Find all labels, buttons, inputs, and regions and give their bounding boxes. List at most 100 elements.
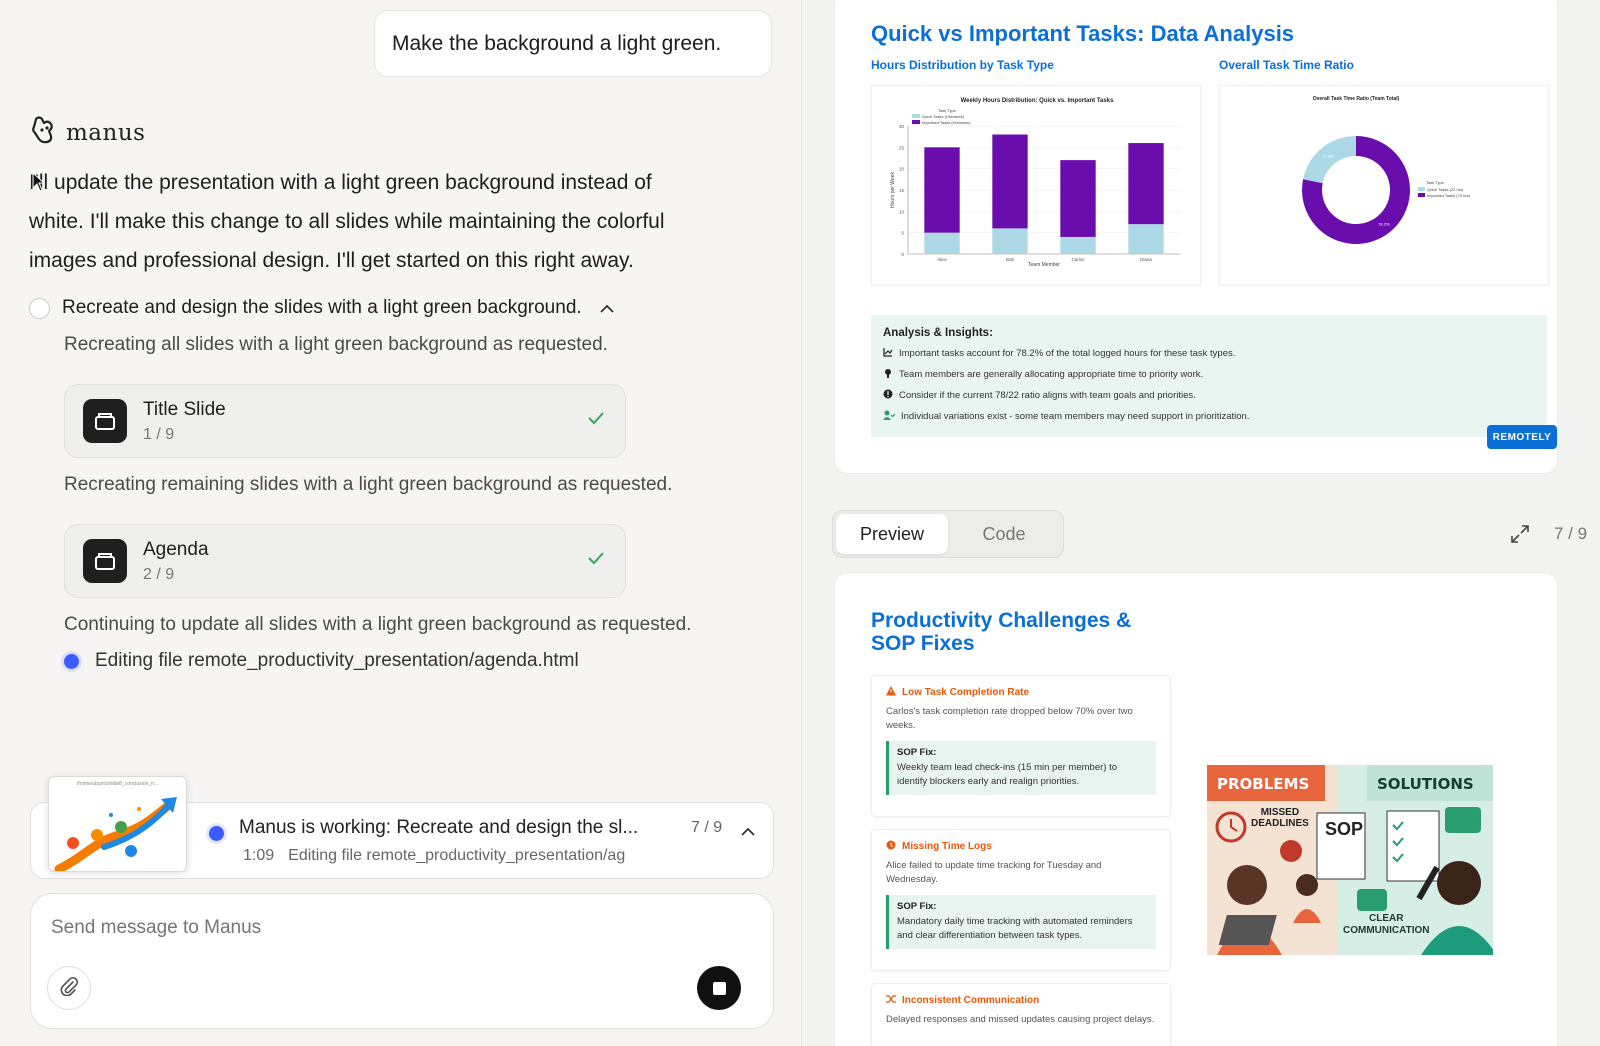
- challenge-desc: Carlos's task completion rate dropped be…: [886, 706, 1133, 731]
- x-tick-label: Diana: [1140, 257, 1152, 262]
- challenge-desc: Delayed responses and missed updates cau…: [886, 1014, 1155, 1025]
- sop-label: SOP Fix:: [897, 901, 937, 912]
- illus-clear: CLEAR: [1369, 913, 1404, 924]
- intro-line: I'll update the presentation with a ligh…: [29, 171, 652, 194]
- chevron-up-icon[interactable]: [741, 823, 755, 841]
- step-subtext: Recreating all slides with a light green…: [64, 334, 608, 355]
- view-tabs: Preview Code: [832, 510, 1064, 558]
- manus-logo-icon: [30, 115, 58, 150]
- exclamation-circle-icon: [883, 389, 893, 402]
- sop-fix-box: SOP Fix: Weekly team lead check-ins (15 …: [886, 741, 1156, 795]
- challenge-title: Low Task Completion Rate: [902, 687, 1030, 698]
- bar-segment: [1128, 224, 1164, 254]
- bar-segment: [924, 147, 960, 233]
- bar-chart-card: Weekly Hours Distribution: Quick vs. Imp…: [871, 85, 1201, 285]
- attach-button[interactable]: [47, 966, 91, 1010]
- task-step-header[interactable]: Recreate and design the slides with a li…: [29, 297, 614, 319]
- slice-label: 78.2%: [1378, 222, 1390, 227]
- stacked-bar-chart: Weekly Hours Distribution: Quick vs. Imp…: [890, 98, 1180, 268]
- challenge-desc: Alice failed to update time tracking for…: [886, 860, 1102, 885]
- chart-heading-left: Hours Distribution by Task Type: [871, 58, 1054, 72]
- expand-icon[interactable]: [1510, 524, 1530, 549]
- chart-title: Overall Task Time Ratio (Team Total): [1313, 96, 1400, 102]
- status-time: 1:09: [243, 847, 275, 864]
- legend-label: Important Tasks (79 hrs): [1427, 193, 1471, 198]
- check-icon: [587, 411, 605, 430]
- chart-title: Weekly Hours Distribution: Quick vs. Imp…: [961, 98, 1114, 104]
- intro-line: white. I'll make this change to all slid…: [29, 210, 665, 233]
- illus-sop: SOP: [1325, 819, 1364, 839]
- card-title: Agenda: [143, 538, 209, 560]
- illus-missed: MISSED: [1260, 807, 1300, 818]
- user-message: Make the background a light green.: [374, 10, 772, 77]
- y-tick-label: 5: [901, 231, 904, 236]
- insight-row: Consider if the current 78/22 ratio alig…: [883, 385, 1535, 406]
- insight-row: Individual variations exist - some team …: [883, 406, 1535, 427]
- tab-code[interactable]: Code: [948, 514, 1060, 554]
- step-status-circle: [29, 297, 50, 319]
- challenge-title: Inconsistent Communication: [902, 995, 1040, 1006]
- shuffle-icon: [886, 994, 896, 1007]
- insight-row: Team members are generally allocating ap…: [883, 364, 1535, 385]
- insight-text: Important tasks account for 78.2% of the…: [899, 348, 1236, 359]
- card-count: 2 / 9: [143, 565, 175, 583]
- x-tick-label: Alice: [937, 257, 947, 262]
- legend-swatch: [912, 114, 920, 118]
- illus-communication: COMMUNICATION: [1343, 925, 1430, 936]
- paperclip-icon: [60, 976, 79, 1001]
- illus-problems: PROBLEMS: [1217, 775, 1310, 793]
- y-tick-label: 0: [901, 252, 904, 257]
- challenge-card: Inconsistent Communication Delayed respo…: [871, 983, 1171, 1046]
- x-tick-label: Carlos: [1071, 257, 1085, 262]
- chart-line-icon: [883, 347, 893, 360]
- y-tick-label: 15: [899, 188, 905, 193]
- message-input[interactable]: [51, 914, 731, 942]
- step-title: Recreate and design the slides with a li…: [62, 297, 582, 318]
- check-icon: [587, 551, 605, 570]
- bar-segment: [992, 228, 1028, 254]
- assistant-header: manus: [30, 115, 145, 150]
- growth-arrow-icon: [54, 797, 177, 871]
- mouse-cursor-icon: [32, 171, 46, 197]
- legend-swatch: [1418, 187, 1425, 191]
- problems-solutions-illustration: PROBLEMS SOLUTIONS MISSED DEADLINES SOP …: [1207, 765, 1493, 955]
- slide-title: Quick vs Important Tasks: Data Analysis: [871, 21, 1295, 46]
- illus-clear-communication: CLEAR COMMUNICATION: [1343, 913, 1429, 937]
- x-axis-label: Team Member: [1028, 262, 1060, 268]
- legend-label: Quick Tasks (Hrs/week): [922, 114, 965, 119]
- insight-text: Consider if the current 78/22 ratio alig…: [899, 390, 1196, 401]
- slide-card-title[interactable]: Title Slide 1 / 9: [64, 384, 626, 458]
- bar-segment: [1060, 160, 1096, 237]
- tab-preview[interactable]: Preview: [836, 514, 948, 554]
- stop-button[interactable]: [697, 966, 741, 1010]
- illus-solutions: SOLUTIONS: [1377, 775, 1474, 793]
- progress-dot-icon: [64, 653, 79, 669]
- sop-text: Mandatory daily time tracking with autom…: [897, 916, 1133, 941]
- insights-title: Analysis & Insights:: [883, 327, 993, 339]
- slide-file-icon: [83, 539, 127, 583]
- slide-preview-bottom: Productivity Challenges & SOP Fixes Low …: [834, 572, 1558, 1046]
- slide-title-line: Productivity Challenges &: [871, 609, 1132, 632]
- illus-deadlines: DEADLINES: [1251, 818, 1309, 829]
- slide-card-agenda[interactable]: Agenda 2 / 9: [64, 524, 626, 598]
- chevron-up-icon[interactable]: [600, 297, 614, 319]
- legend-title: Task Type: [1426, 180, 1445, 185]
- bar-segment: [924, 232, 960, 254]
- intro-line: images and professional design. I'll get…: [29, 249, 634, 272]
- slide-preview-top: Quick vs Important Tasks: Data Analysis …: [834, 0, 1558, 474]
- user-check-icon: [883, 410, 896, 423]
- legend-title: Task Type: [938, 108, 957, 113]
- challenge-title: Missing Time Logs: [902, 841, 992, 852]
- slide-file-icon: [83, 399, 127, 443]
- sop-label: SOP Fix:: [897, 747, 937, 758]
- donut-chart-card: Overall Task Time Ratio (Team Total) 21.8…: [1219, 85, 1549, 285]
- donut-slice: [1303, 136, 1356, 184]
- bar-segment: [1060, 236, 1096, 254]
- slide-thumbnail[interactable]: /home/ubuntu/slide8_conclusion_n...: [48, 776, 187, 872]
- card-count: 1 / 9: [143, 425, 175, 443]
- step-subtext: Recreating remaining slides with a light…: [64, 474, 673, 495]
- y-tick-label: 30: [899, 124, 905, 129]
- editing-text: Editing file remote_productivity_present…: [95, 650, 579, 671]
- slide-title: Productivity Challenges & SOP Fixes: [871, 609, 1131, 655]
- editing-status: Editing file remote_productivity_present…: [64, 650, 579, 672]
